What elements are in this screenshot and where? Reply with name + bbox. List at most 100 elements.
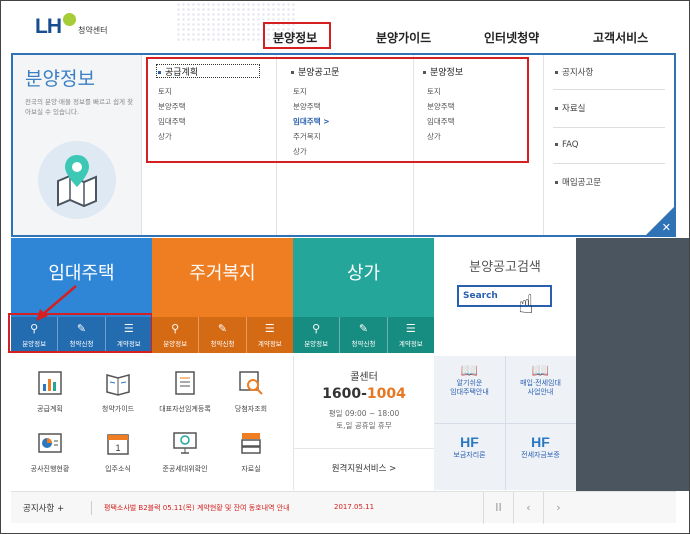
sub-apply[interactable]: ✎ 청약신청	[340, 317, 388, 353]
list-icon: ☰	[405, 321, 416, 335]
dark-side-panel	[576, 238, 689, 491]
quick-archive[interactable]: 자료실	[221, 430, 281, 474]
sub-sale-info[interactable]: ⚲ 분양정보	[293, 317, 341, 353]
sub-contract[interactable]: ☰ 계약정보	[388, 317, 434, 353]
link-purchase-notice[interactable]: 매입공고문	[555, 176, 601, 188]
quick-label: 자료실	[241, 465, 261, 473]
quick-move-in-news[interactable]: 1 입주소식	[88, 430, 148, 474]
quick-label: 입주소식	[105, 465, 131, 473]
remote-support-link[interactable]: 원격지원서비스 >	[294, 462, 434, 474]
quick-label: 대표자선임계등록	[159, 405, 211, 413]
mega-menu-intro: 분양정보 전국의 분양·매물 정보를 빠르고 쉽게 찾아보실 수 있습니다.	[13, 55, 141, 235]
pause-button[interactable]: II	[483, 492, 513, 524]
quick-supply-plan[interactable]: 공급계획	[20, 370, 80, 414]
quick-label: 당첨자조회	[234, 405, 268, 413]
link-line2: 사업안내	[527, 388, 554, 396]
sub-apply[interactable]: ✎ 청약신청	[199, 317, 247, 353]
nav-internet-subscription[interactable]: 인터넷청약	[484, 29, 539, 46]
link-archive[interactable]: 자료실	[555, 102, 585, 114]
sub-label: 계약정보	[398, 339, 423, 348]
divider	[434, 423, 576, 424]
notice-date: 2017.05.11	[334, 503, 375, 511]
mega-menu-title: 분양정보	[25, 68, 95, 90]
logo-leaf-icon	[63, 13, 76, 26]
search-icon: ⚲	[312, 321, 321, 335]
divider	[294, 448, 434, 449]
book-icon	[106, 374, 130, 396]
mega-menu-description: 전국의 분양·매물 정보를 빠르고 쉽게 찾아보실 수 있습니다.	[25, 98, 134, 116]
tile-shop[interactable]: 상가 ⚲ 분양정보 ✎ 청약신청 ☰ 계약정보	[293, 238, 434, 353]
divider	[553, 163, 665, 164]
next-button[interactable]: ›	[543, 492, 573, 524]
tile-title: 주거복지	[189, 263, 256, 284]
link-line1: 매입·전세임대	[520, 379, 561, 387]
quick-construction-status[interactable]: 공사진행현황	[20, 430, 80, 474]
notice-label[interactable]: 공지사항 +	[23, 502, 64, 514]
nav-sale-guide[interactable]: 분양가이드	[376, 29, 431, 46]
bullet-icon	[555, 71, 558, 74]
column-divider	[141, 55, 142, 235]
link-line1: 알기쉬운	[456, 379, 483, 387]
link-faq[interactable]: FAQ	[555, 140, 578, 150]
sub-label: 계약정보	[257, 339, 282, 348]
rental-guide-link[interactable]: 📖 알기쉬운 임대주택안내	[434, 362, 505, 397]
notice-text[interactable]: 평택소사벌 B2블럭 05.11(목) 계약현황 및 잔여 동호내역 안내	[104, 503, 290, 513]
calendar-icon: 1	[107, 434, 129, 455]
prev-button[interactable]: ‹	[513, 492, 543, 524]
book-icon: 📖	[460, 362, 479, 378]
sub-label: 청약신청	[210, 339, 235, 348]
magnifier-icon	[239, 371, 263, 395]
tile-title: 임대주택	[48, 263, 115, 284]
call-number-suffix: 1004	[366, 386, 406, 402]
purchase-rental-guide-link[interactable]: 📖 매입·전세임대 사업안내	[505, 362, 576, 397]
book-icon: 📖	[531, 362, 550, 378]
sub-label: 분양정보	[304, 339, 329, 348]
quick-label: 청약가이드	[101, 405, 135, 413]
document-icon	[175, 371, 195, 395]
quick-winner-lookup[interactable]: 당첨자조회	[221, 370, 281, 414]
call-center-hours: 평일 09:00 ~ 18:00 토,일 공휴일 휴무	[294, 408, 434, 432]
logo-mark: LH	[35, 15, 62, 38]
column-divider	[543, 55, 544, 235]
divider	[91, 501, 92, 515]
jeonse-guarantee-link[interactable]: HF 전세자금보증	[505, 435, 576, 460]
quick-menu: 공급계획 청약가이드 대표자선임계등록 당첨자조회 공사진행현황 1 입주소식 …	[11, 356, 293, 490]
monitor-icon	[173, 432, 197, 454]
list-icon: ☰	[264, 321, 275, 335]
sub-sale-info[interactable]: ⚲ 분양정보	[152, 317, 200, 353]
quick-representative-register[interactable]: 대표자선임계등록	[155, 370, 215, 414]
link-label: 전세자금보증	[521, 451, 560, 459]
svg-text:1: 1	[115, 443, 120, 453]
search-button[interactable]: Search	[457, 285, 552, 307]
tile-housing-welfare[interactable]: 주거복지 ⚲ 분양정보 ✎ 청약신청 ☰ 계약정보	[152, 238, 293, 353]
weekday-hours: 평일 09:00 ~ 18:00	[328, 409, 400, 418]
link-line2: 임대주택안내	[450, 388, 489, 396]
lh-logo[interactable]: LH 청약센터	[35, 13, 107, 37]
bullet-icon	[555, 107, 558, 110]
sub-contract[interactable]: ☰ 계약정보	[247, 317, 293, 353]
nav-highlight-box	[263, 22, 331, 49]
link-label: 자료실	[562, 104, 586, 114]
search-panel: 분양공고검색 Search ☝	[434, 238, 576, 353]
sub-label: 청약신청	[351, 339, 376, 348]
quick-completion-check[interactable]: 준공세대위확인	[155, 430, 215, 474]
nav-customer-service[interactable]: 고객서비스	[593, 29, 648, 46]
call-number-prefix: 1600-	[322, 386, 367, 402]
pie-chart-icon	[38, 433, 62, 453]
link-notice[interactable]: 공지사항	[555, 66, 593, 78]
pen-icon: ✎	[217, 321, 228, 335]
bullet-icon	[555, 143, 558, 146]
hand-cursor-icon: ☝	[518, 290, 534, 320]
bogeumjari-loan-link[interactable]: HF 보금자리론	[434, 434, 505, 460]
sub-label: 분양정보	[163, 339, 188, 348]
map-pin-icon	[38, 141, 116, 219]
close-icon[interactable]: ✕	[662, 222, 671, 233]
call-center: 콜센터 1600-1004 평일 09:00 ~ 18:00 토,일 공휴일 휴무…	[293, 356, 434, 490]
hf-logo-icon: HF	[460, 434, 479, 450]
search-title: 분양공고검색	[469, 260, 541, 275]
bullet-icon	[555, 181, 558, 184]
menu-highlight-box	[146, 57, 529, 163]
quick-guide[interactable]: 청약가이드	[88, 370, 148, 414]
link-label: FAQ	[562, 140, 579, 150]
call-center-number: 1600-1004	[294, 386, 434, 402]
